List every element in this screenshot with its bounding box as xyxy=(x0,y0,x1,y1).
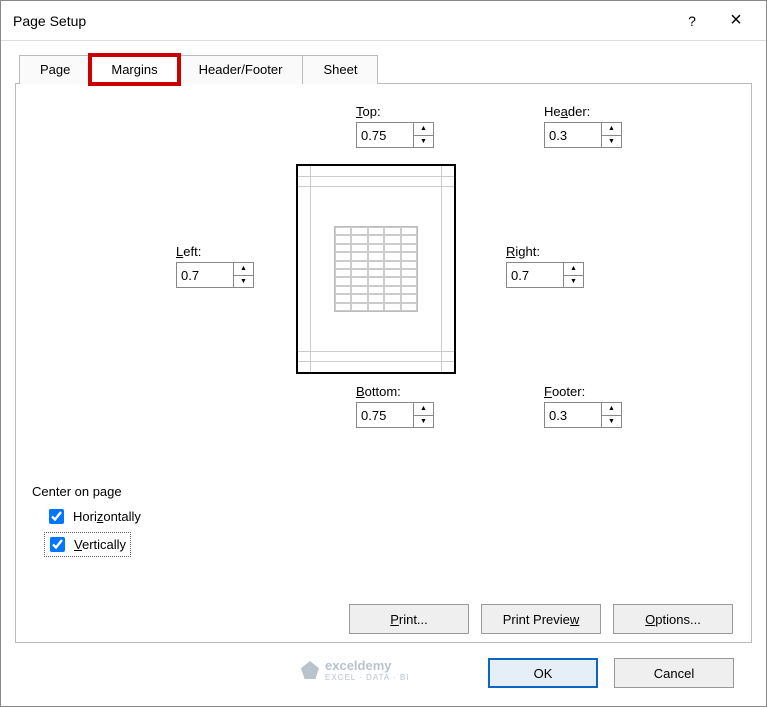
spin-up-icon[interactable]: ▲ xyxy=(414,403,433,416)
spin-up-icon[interactable]: ▲ xyxy=(234,263,253,276)
center-vertically-label: Vertically xyxy=(74,537,126,552)
margin-bottom-group: Bottom: ▲▼ xyxy=(356,384,434,428)
spin-down-icon[interactable]: ▼ xyxy=(234,276,253,288)
print-button[interactable]: Print... xyxy=(349,604,469,634)
tab-bar: Page Margins Header/Footer Sheet xyxy=(19,55,766,84)
center-vertically-row[interactable]: Vertically xyxy=(44,532,131,557)
margin-left-spinner[interactable]: ▲▼ xyxy=(176,262,254,288)
margin-left-label: Left: xyxy=(176,244,254,259)
spin-down-icon[interactable]: ▼ xyxy=(414,416,433,428)
margin-footer-input[interactable] xyxy=(545,403,601,427)
margin-top-input[interactable] xyxy=(357,123,413,147)
margin-right-spinner[interactable]: ▲▼ xyxy=(506,262,584,288)
center-vertically-checkbox[interactable] xyxy=(50,537,65,552)
options-button[interactable]: Options... xyxy=(613,604,733,634)
margin-top-group: Top: ▲▼ xyxy=(356,104,434,148)
margin-left-input[interactable] xyxy=(177,263,233,287)
spin-up-icon[interactable]: ▲ xyxy=(602,403,621,416)
margin-footer-group: Footer: ▲▼ xyxy=(544,384,622,428)
margin-footer-label: Footer: xyxy=(544,384,622,399)
spin-up-icon[interactable]: ▲ xyxy=(564,263,583,276)
spin-down-icon[interactable]: ▼ xyxy=(602,136,621,148)
margin-header-group: Header: ▲▼ xyxy=(544,104,622,148)
margin-right-group: Right: ▲▼ xyxy=(506,244,584,288)
center-heading: Center on page xyxy=(32,484,145,499)
watermark-brand: exceldemy xyxy=(325,658,392,673)
cancel-button[interactable]: Cancel xyxy=(614,658,734,688)
spin-down-icon[interactable]: ▼ xyxy=(414,136,433,148)
spin-down-icon[interactable]: ▼ xyxy=(564,276,583,288)
margin-header-spinner[interactable]: ▲▼ xyxy=(544,122,622,148)
center-on-page-section: Center on page Horizontally Vertically xyxy=(32,484,145,561)
margin-bottom-spinner[interactable]: ▲▼ xyxy=(356,402,434,428)
watermark-logo-icon xyxy=(301,661,319,679)
margin-top-label: Top: xyxy=(356,104,434,119)
tab-page[interactable]: Page xyxy=(19,55,91,84)
page-preview xyxy=(296,164,456,374)
spin-up-icon[interactable]: ▲ xyxy=(602,123,621,136)
spin-up-icon[interactable]: ▲ xyxy=(414,123,433,136)
tab-sheet[interactable]: Sheet xyxy=(302,55,378,84)
margin-footer-spinner[interactable]: ▲▼ xyxy=(544,402,622,428)
margin-right-label: Right: xyxy=(506,244,584,259)
tab-margins[interactable]: Margins xyxy=(90,55,178,84)
center-horizontally-checkbox[interactable] xyxy=(49,509,64,524)
margin-bottom-input[interactable] xyxy=(357,403,413,427)
center-horizontally-row[interactable]: Horizontally xyxy=(44,505,145,528)
window-title: Page Setup xyxy=(13,13,670,29)
page-preview-grid xyxy=(334,226,418,312)
ok-button[interactable]: OK xyxy=(488,658,598,688)
margin-right-input[interactable] xyxy=(507,263,563,287)
print-preview-button[interactable]: Print Preview xyxy=(481,604,601,634)
margin-header-input[interactable] xyxy=(545,123,601,147)
margin-top-spinner[interactable]: ▲▼ xyxy=(356,122,434,148)
margin-bottom-label: Bottom: xyxy=(356,384,434,399)
center-horizontally-label: Horizontally xyxy=(73,509,141,524)
dialog-buttons: OK Cancel xyxy=(488,658,734,688)
margin-left-group: Left: ▲▼ xyxy=(176,244,254,288)
spin-down-icon[interactable]: ▼ xyxy=(602,416,621,428)
close-button[interactable]: × xyxy=(714,1,758,41)
title-bar: Page Setup ? × xyxy=(1,1,766,41)
help-button[interactable]: ? xyxy=(670,1,714,41)
margins-panel: Top: ▲▼ Header: ▲▼ Left: ▲▼ Right: xyxy=(15,83,752,643)
watermark-tagline: EXCEL · DATA · BI xyxy=(325,673,409,682)
tab-header-footer[interactable]: Header/Footer xyxy=(178,55,304,84)
margin-header-label: Header: xyxy=(544,104,622,119)
panel-buttons: Print... Print Preview Options... xyxy=(349,604,733,634)
watermark: exceldemy EXCEL · DATA · BI xyxy=(301,658,409,682)
